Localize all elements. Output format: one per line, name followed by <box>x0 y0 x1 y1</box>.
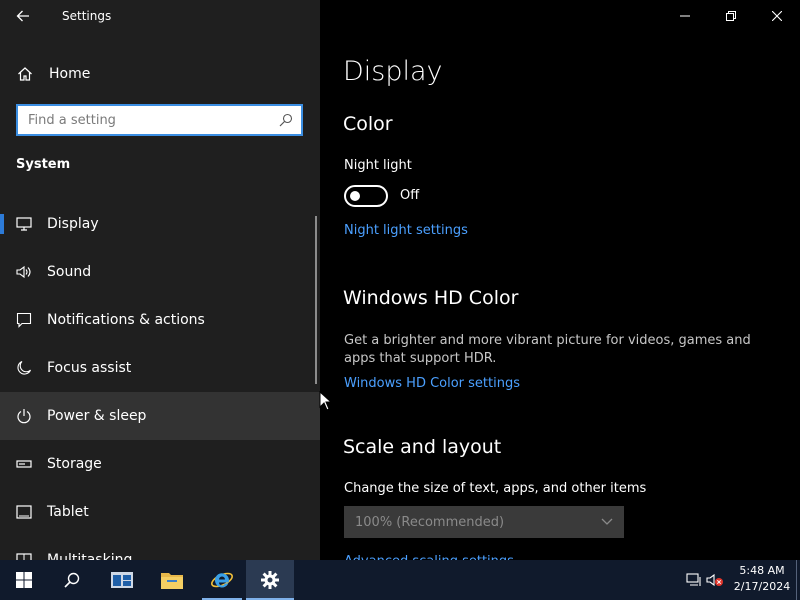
night-light-toggle[interactable] <box>344 185 388 207</box>
sidebar-item-label: Sound <box>47 264 92 280</box>
moon-icon <box>0 360 47 376</box>
clock-time: 5:48 AM <box>739 564 785 577</box>
sidebar-item-label: Focus assist <box>47 360 132 376</box>
scale-dropdown[interactable]: 100% (Recommended) <box>344 506 624 538</box>
internet-explorer-icon <box>211 572 233 588</box>
back-button[interactable] <box>0 0 46 32</box>
network-icon[interactable] <box>684 573 704 587</box>
advanced-scaling-link[interactable]: Advanced scaling settings <box>344 552 514 560</box>
folder-icon <box>161 573 183 589</box>
tablet-icon <box>0 505 47 519</box>
sidebar: Settings Home System Display <box>0 0 320 560</box>
home-label: Home <box>49 66 91 82</box>
windows-logo-icon <box>16 572 32 588</box>
sidebar-item-focus-assist[interactable]: Focus assist <box>0 344 320 392</box>
start-button[interactable] <box>0 560 48 600</box>
night-light-label: Night light <box>344 158 412 173</box>
mouse-cursor <box>319 390 333 415</box>
server-manager-button[interactable] <box>98 560 146 600</box>
close-button[interactable] <box>754 0 800 32</box>
window-controls <box>662 0 800 32</box>
sidebar-item-label: Storage <box>47 456 102 472</box>
monitor-icon <box>0 217 47 231</box>
section-title: System <box>16 157 71 172</box>
scale-selected-value: 100% (Recommended) <box>355 514 505 530</box>
titlebar-left: Settings <box>0 0 320 32</box>
sidebar-item-display[interactable]: Display <box>0 200 320 248</box>
hdr-heading: Windows HD Color <box>343 287 519 309</box>
restore-button[interactable] <box>708 0 754 32</box>
minimize-icon <box>680 15 690 17</box>
system-tray <box>684 560 726 600</box>
storage-icon <box>0 458 47 470</box>
restore-icon <box>726 11 736 21</box>
taskbar-clock[interactable]: 5:48 AM 2/17/2024 <box>728 563 796 595</box>
hdr-settings-link[interactable]: Windows HD Color settings <box>344 376 520 391</box>
show-desktop-divider[interactable] <box>796 560 797 600</box>
internet-explorer-button[interactable] <box>198 560 246 600</box>
hdr-description: Get a brighter and more vibrant picture … <box>344 333 751 366</box>
chevron-down-icon <box>590 518 624 526</box>
app-title: Settings <box>62 9 112 23</box>
night-light-settings-link[interactable]: Night light settings <box>344 223 468 238</box>
sidebar-item-multitasking[interactable]: Multitasking <box>0 536 320 560</box>
sidebar-item-storage[interactable]: Storage <box>0 440 320 488</box>
search-input[interactable] <box>18 105 271 135</box>
sidebar-item-notifications[interactable]: Notifications & actions <box>0 296 320 344</box>
sidebar-item-sound[interactable]: Sound <box>0 248 320 296</box>
home-icon <box>1 66 49 82</box>
power-icon <box>0 408 47 424</box>
sidebar-nav: Display Sound Notifications & actions Fo… <box>0 200 320 560</box>
settings-window: Settings Home System Display <box>0 0 800 560</box>
sidebar-item-label: Tablet <box>47 504 89 520</box>
close-icon <box>772 11 782 21</box>
speaker-icon <box>0 265 47 279</box>
sidebar-item-power-sleep[interactable]: Power & sleep <box>0 392 320 440</box>
page-title: Display <box>343 56 443 87</box>
back-arrow-icon <box>16 10 29 22</box>
color-heading: Color <box>343 113 393 135</box>
volume-muted-icon[interactable] <box>704 573 726 587</box>
settings-app-button[interactable] <box>246 560 294 600</box>
minimize-button[interactable] <box>662 0 708 32</box>
sidebar-item-label: Multitasking <box>47 552 133 560</box>
sidebar-item-label: Display <box>47 216 99 232</box>
change-size-label: Change the size of text, apps, and other… <box>344 481 647 496</box>
sidebar-scrollbar[interactable] <box>315 216 317 384</box>
toggle-knob <box>350 191 360 201</box>
sidebar-item-tablet[interactable]: Tablet <box>0 488 320 536</box>
scale-heading: Scale and layout <box>343 436 502 458</box>
server-manager-icon <box>111 572 133 588</box>
taskbar <box>0 560 800 600</box>
search-icon[interactable] <box>271 113 301 127</box>
multitasking-icon <box>0 553 47 560</box>
gear-icon <box>261 571 279 589</box>
sidebar-item-label: Notifications & actions <box>47 312 205 328</box>
sidebar-item-home[interactable]: Home <box>0 56 320 92</box>
search-box[interactable] <box>16 104 303 136</box>
file-explorer-button[interactable] <box>148 560 196 600</box>
sidebar-item-label: Power & sleep <box>47 408 147 424</box>
night-light-state: Off <box>400 188 420 203</box>
taskbar-search-button[interactable] <box>48 560 96 600</box>
clock-date: 2/17/2024 <box>733 580 791 593</box>
message-icon <box>0 312 47 328</box>
search-icon <box>64 572 80 588</box>
